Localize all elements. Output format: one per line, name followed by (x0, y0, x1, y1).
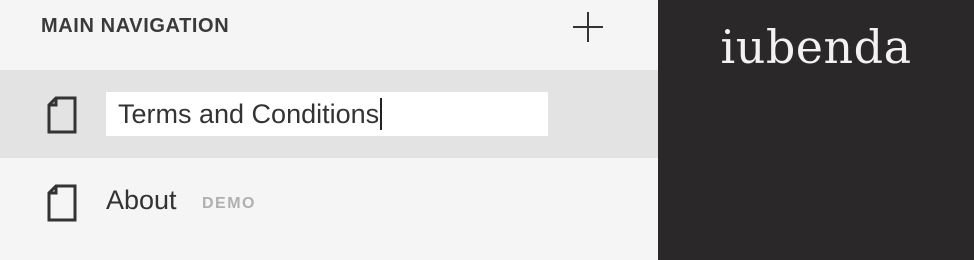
page-title-input[interactable]: Terms and Conditions (106, 92, 548, 136)
iubenda-logo: iubenda (720, 20, 912, 74)
navigation-panel: MAIN NAVIGATION Terms and Conditions Abo… (0, 0, 658, 260)
panel-header: MAIN NAVIGATION (0, 0, 658, 70)
page-icon (47, 184, 77, 222)
add-page-button[interactable] (569, 8, 607, 46)
demo-badge: DEMO (202, 195, 256, 212)
page-title-input-text: Terms and Conditions (118, 98, 380, 129)
text-caret (380, 98, 383, 130)
page-icon (47, 96, 77, 134)
nav-item-about[interactable]: About DEMO (0, 158, 658, 246)
nav-item-terms[interactable]: Terms and Conditions (0, 70, 658, 158)
brand-panel: iubenda (658, 0, 974, 260)
nav-item-label: About (106, 185, 177, 215)
app-root: MAIN NAVIGATION Terms and Conditions Abo… (0, 0, 974, 260)
section-title: MAIN NAVIGATION (41, 15, 230, 37)
